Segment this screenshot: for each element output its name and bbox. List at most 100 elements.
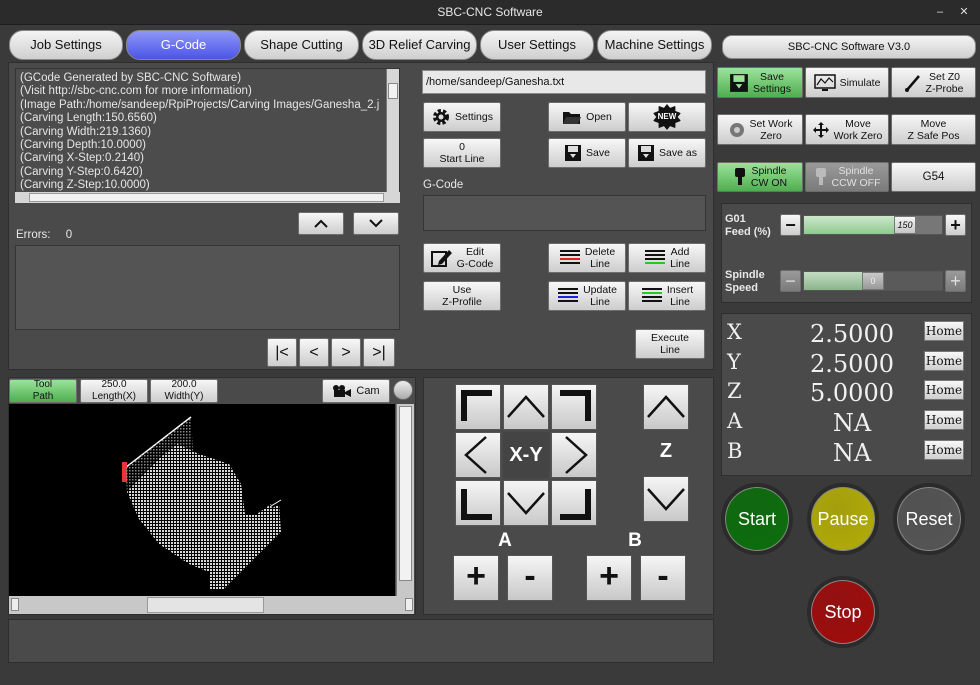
jog-b-plus-button[interactable]: + <box>586 555 632 601</box>
jog-y-minus-button[interactable] <box>503 480 549 526</box>
feed-plus-button[interactable]: + <box>945 214 966 236</box>
save-button[interactable]: Save <box>548 138 626 168</box>
b-axis-name: B <box>727 439 743 463</box>
spindle-cw-on-button[interactable]: Spindle CW ON <box>717 162 803 192</box>
spindle-ccw-off-button[interactable]: Spindle CCW OFF <box>805 162 889 192</box>
y-home-button[interactable]: Home <box>924 351 964 371</box>
jog-xy-down-left-button[interactable] <box>455 480 501 526</box>
jog-z-minus-button[interactable] <box>643 476 689 522</box>
minimize-icon[interactable]: – <box>933 5 947 19</box>
move-work-zero-button[interactable]: Move Work Zero <box>805 114 889 145</box>
add-line-label-2: Line <box>670 258 690 270</box>
settings-button[interactable]: Settings <box>423 102 501 132</box>
scroll-up-button[interactable] <box>298 212 344 235</box>
jog-a-minus-button[interactable]: - <box>507 555 553 601</box>
corner-down-right-icon <box>560 489 591 520</box>
g54-button[interactable]: G54 <box>891 162 976 192</box>
delete-line-button[interactable]: Delete Line <box>548 243 626 273</box>
errors-label-text: Errors: <box>16 229 51 241</box>
errors-text-area[interactable] <box>15 245 400 330</box>
start-line-button[interactable]: 0 Start Line <box>423 138 501 168</box>
spindle-plus-button[interactable]: + <box>945 270 966 292</box>
reset-button[interactable]: Reset <box>893 483 965 555</box>
gcode-line: (Carving Y-Step:0.6420) <box>20 165 143 178</box>
edit-icon <box>430 250 452 267</box>
tab-user-settings[interactable]: User Settings <box>480 30 594 60</box>
save-icon <box>565 145 582 161</box>
jog-xy-down-right-button[interactable] <box>551 480 597 526</box>
preview-horizontal-scrollbar[interactable] <box>9 596 414 614</box>
next-line-button[interactable]: > <box>331 338 361 367</box>
gcode-line-input[interactable] <box>423 195 706 231</box>
last-line-button[interactable]: >| <box>363 338 395 367</box>
tab-3d-relief-carving[interactable]: 3D Relief Carving <box>362 30 477 60</box>
stop-button[interactable]: Stop <box>807 576 879 648</box>
probe-icon <box>904 74 920 92</box>
tab-machine-settings[interactable]: Machine Settings <box>597 30 712 60</box>
jog-y-plus-button[interactable] <box>503 384 549 430</box>
insert-line-icon <box>641 288 662 302</box>
save-as-button[interactable]: Save as <box>628 138 706 168</box>
y-axis-row: Y 2.5000 Home <box>727 348 967 378</box>
gcode-vertical-scrollbar[interactable] <box>386 69 399 192</box>
camera-button[interactable]: Cam <box>322 379 390 403</box>
simulate-label: Simulate <box>839 76 881 89</box>
gcode-text-area[interactable]: (GCode Generated by SBC-CNC Software) (V… <box>15 68 400 203</box>
new-badge-icon: NEW <box>653 104 681 130</box>
insert-line-button[interactable]: Insert Line <box>628 281 706 311</box>
carving-preview-image <box>122 416 282 589</box>
scroll-down-button[interactable] <box>353 212 399 235</box>
a-home-button[interactable]: Home <box>924 410 964 430</box>
x-home-button[interactable]: Home <box>924 321 964 341</box>
length-x-button[interactable]: 250.0 Length(X) <box>80 379 148 403</box>
edit-gcode-button[interactable]: Edit G-Code <box>423 243 501 273</box>
b-axis-row: B NA Home <box>727 437 967 467</box>
set-z0-button[interactable]: Set Z0 Z-Probe <box>891 67 976 98</box>
add-line-button[interactable]: Add Line <box>628 243 706 273</box>
tab-job-settings[interactable]: Job Settings <box>9 30 123 60</box>
tab-g-code[interactable]: G-Code <box>126 30 241 60</box>
jog-xy-up-left-button[interactable] <box>455 384 501 430</box>
pause-button[interactable]: Pause <box>807 483 879 555</box>
first-line-button[interactable]: |< <box>267 338 297 367</box>
file-path-field[interactable]: /home/sandeep/Ganesha.txt <box>422 70 706 94</box>
toolpath-preview-canvas[interactable] <box>9 404 395 596</box>
move-z-safe-button[interactable]: Move Z Safe Pos <box>891 114 976 145</box>
spindle-minus-button[interactable]: − <box>780 270 801 292</box>
update-line-button[interactable]: Update Line <box>548 281 626 311</box>
execute-line-label-2: Line <box>660 344 680 356</box>
jog-xy-up-right-button[interactable] <box>551 384 597 430</box>
prev-line-button[interactable]: < <box>299 338 329 367</box>
new-file-button[interactable]: NEW <box>628 102 706 132</box>
b-home-button[interactable]: Home <box>924 440 964 460</box>
jog-z-plus-button[interactable] <box>643 384 689 430</box>
jog-x-plus-button[interactable] <box>551 432 597 478</box>
jog-b-minus-button[interactable]: - <box>640 555 686 601</box>
chevron-down-icon <box>369 219 383 228</box>
feed-slider-handle[interactable]: 150 <box>894 216 916 234</box>
width-y-button[interactable]: 200.0 Width(Y) <box>150 379 218 403</box>
feed-slider[interactable]: 150 <box>803 215 943 235</box>
tab-shape-cutting[interactable]: Shape Cutting <box>244 30 359 60</box>
execute-line-button[interactable]: Execute Line <box>635 329 705 359</box>
gcode-horizontal-scrollbar[interactable] <box>15 192 400 203</box>
use-z-profile-button[interactable]: Use Z-Profile <box>423 281 501 311</box>
save-settings-button[interactable]: Save Settings <box>717 67 803 98</box>
simulate-button[interactable]: Simulate <box>805 67 889 98</box>
z-home-button[interactable]: Home <box>924 380 964 400</box>
jog-a-plus-button[interactable]: + <box>453 555 499 601</box>
settings-label: Settings <box>455 111 493 123</box>
tool-path-button[interactable]: Tool Path <box>9 379 77 403</box>
close-icon[interactable]: ✕ <box>957 5 971 19</box>
gear-icon <box>433 109 450 125</box>
start-button[interactable]: Start <box>721 483 793 555</box>
spindle-ccw-label-2: CCW OFF <box>831 177 881 189</box>
spindle-slider-handle[interactable]: 0 <box>862 272 884 290</box>
jog-x-minus-button[interactable] <box>455 432 501 478</box>
preview-vertical-scrollbar[interactable] <box>396 404 414 596</box>
spindle-speed-slider[interactable]: 0 <box>803 271 943 291</box>
record-indicator-icon[interactable] <box>393 380 413 400</box>
feed-minus-button[interactable]: − <box>780 214 801 236</box>
open-button[interactable]: Open <box>548 102 626 132</box>
set-work-zero-button[interactable]: Set Work Zero <box>717 114 803 145</box>
